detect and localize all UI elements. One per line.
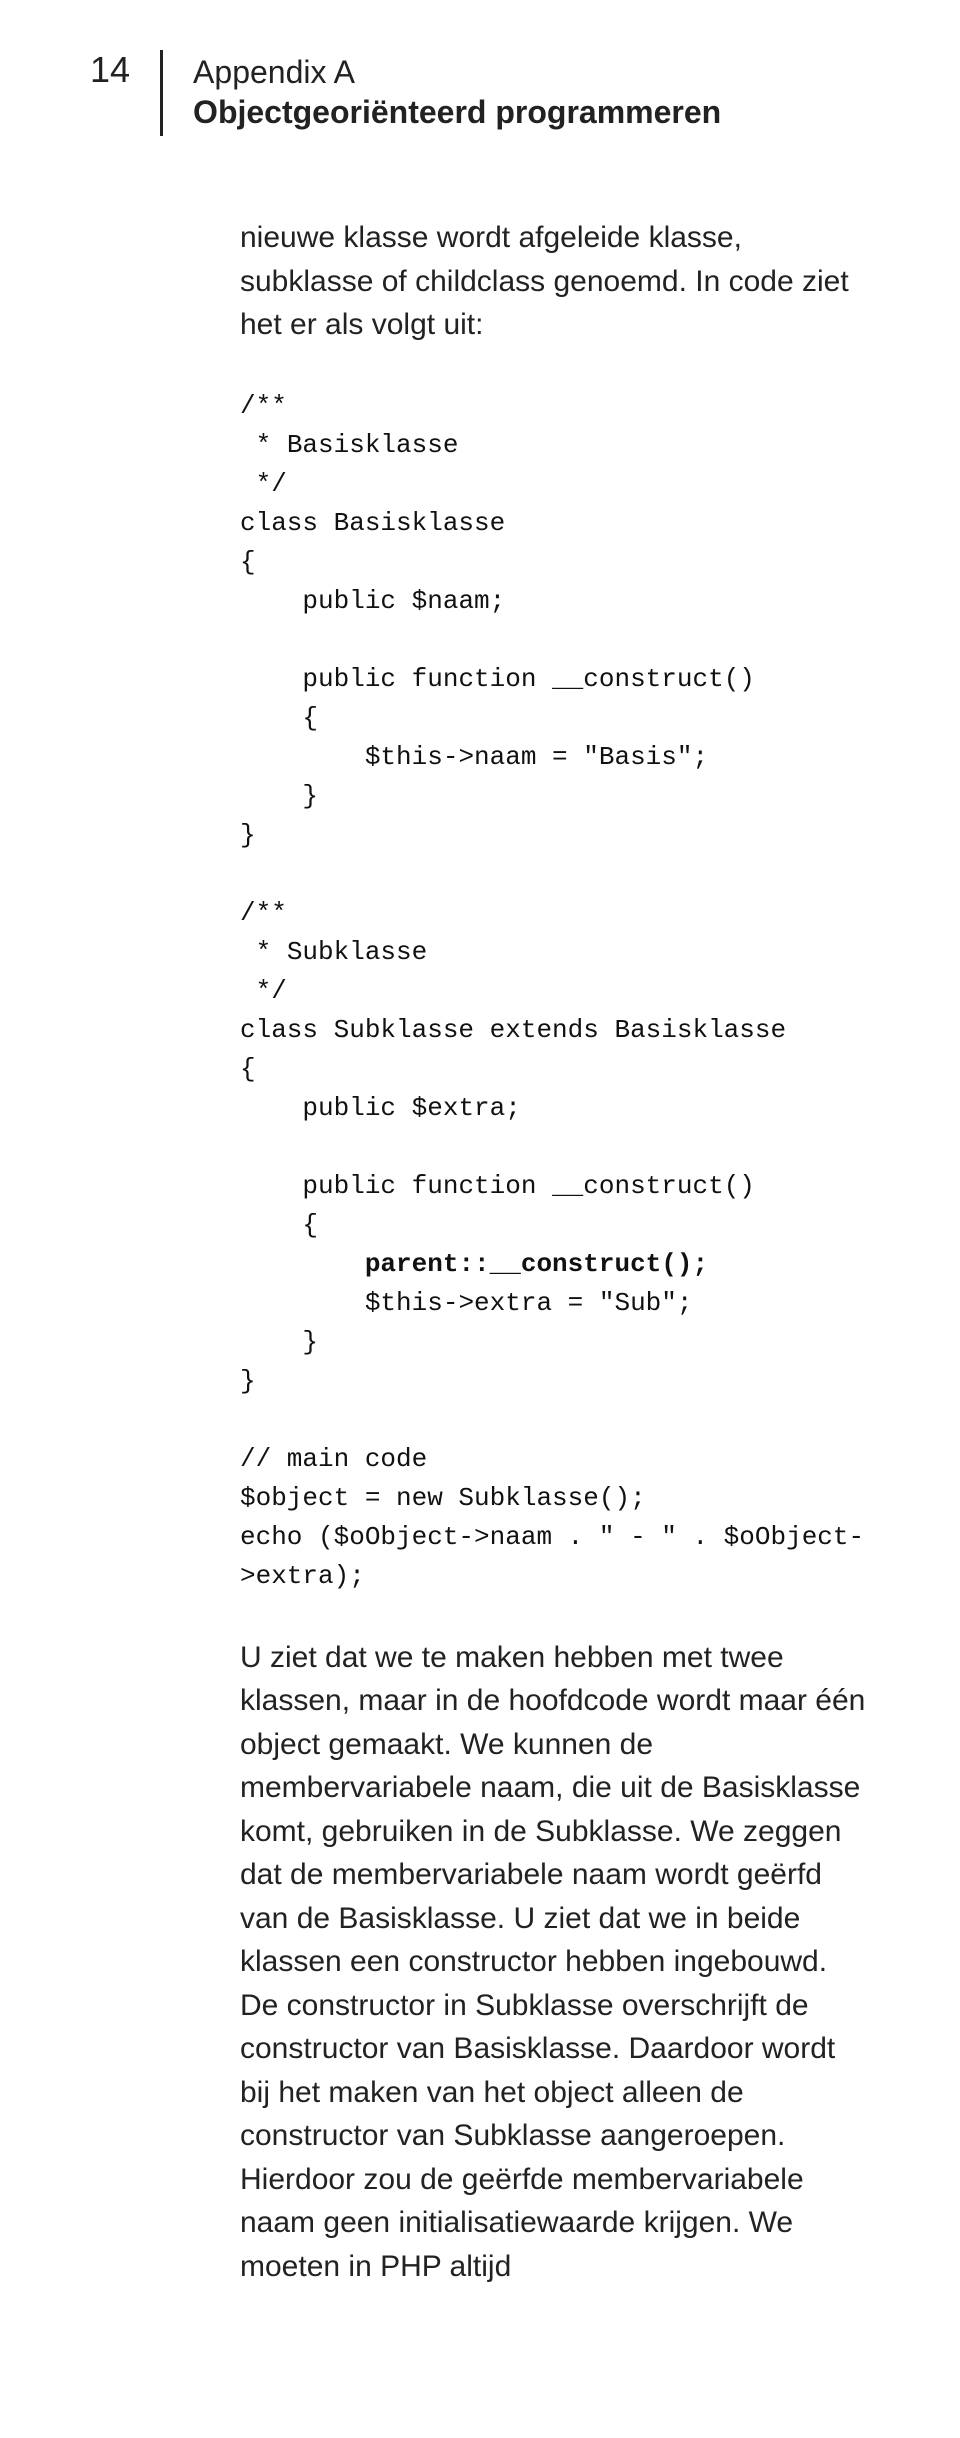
code-line: {: [240, 1054, 256, 1084]
code-line: echo ($oObject->naam . " - " . $oObject-…: [240, 1522, 864, 1591]
code-line: $object = new Subklasse();: [240, 1483, 646, 1513]
code-line: * Subklasse: [240, 937, 427, 967]
code-line: }: [240, 781, 318, 811]
code-line: class Subklasse extends Basisklasse: [240, 1015, 786, 1045]
page: 14 Appendix A Objectgeoriënteerd program…: [0, 0, 960, 2438]
code-line: * Basisklasse: [240, 430, 458, 460]
code-line-bold: parent::__construct();: [240, 1249, 708, 1279]
code-line: // main code: [240, 1444, 427, 1474]
code-line: {: [240, 547, 256, 577]
code-line: }: [240, 820, 256, 850]
code-line: /**: [240, 898, 287, 928]
code-line: /**: [240, 391, 287, 421]
header-divider: [160, 50, 163, 136]
intro-paragraph: nieuwe klasse wordt afgeleide klasse, su…: [240, 216, 870, 347]
code-line: }: [240, 1366, 256, 1396]
header-titles: Appendix A Objectgeoriënteerd programmer…: [193, 50, 721, 132]
code-line: {: [240, 1210, 318, 1240]
chapter-title: Objectgeoriënteerd programmeren: [193, 92, 721, 132]
appendix-label: Appendix A: [193, 52, 721, 92]
page-number: 14: [90, 50, 160, 90]
code-line: */: [240, 976, 287, 1006]
body-paragraph: U ziet dat we te maken hebben met twee k…: [240, 1636, 870, 2289]
code-line: $this->naam = "Basis";: [240, 742, 708, 772]
code-line: public function __construct(): [240, 664, 755, 694]
code-line: public function __construct(): [240, 1171, 755, 1201]
code-block: /** * Basisklasse */ class Basisklasse {…: [240, 387, 870, 1596]
page-header: 14 Appendix A Objectgeoriënteerd program…: [90, 50, 870, 136]
content-column: nieuwe klasse wordt afgeleide klasse, su…: [90, 216, 870, 2288]
code-line: }: [240, 1327, 318, 1357]
code-line: public $extra;: [240, 1093, 521, 1123]
code-line: class Basisklasse: [240, 508, 505, 538]
code-line: {: [240, 703, 318, 733]
code-line: public $naam;: [240, 586, 505, 616]
code-line: $this->extra = "Sub";: [240, 1288, 692, 1318]
code-line: */: [240, 469, 287, 499]
